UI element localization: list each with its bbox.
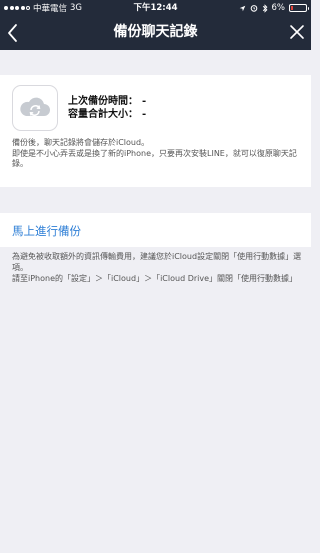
battery-percent: 6% [271,3,286,13]
top-bar: 中華電信 3G 下午12:44 6% 備份聊天記錄 [0,0,311,50]
location-arrow-icon [239,5,245,11]
backup-now-button[interactable]: 馬上進行備份 [12,223,81,239]
backup-action-card: 馬上進行備份 [0,213,311,247]
last-backup-row: 上次備份時間： - [68,95,146,108]
data-usage-footnote: 為避免被收取額外的資訊傳輸費用，建議您於iCloud設定關閉「使用行動數據」選項… [12,252,302,283]
cloud-icon-frame [12,85,58,131]
page-title: 備份聊天記錄 [113,24,198,40]
battery-icon [289,4,309,12]
backup-note: 備份後，聊天記錄將會儲存於iCloud。 即使是不小心弄丟或是換了新的iPhon… [12,138,297,168]
battery-fill [291,6,293,10]
backup-info-card: 上次備份時間： - 容量合計大小： - 備份後，聊天記錄將會儲存於iCloud。… [0,75,311,187]
navigation-bar: 備份聊天記錄 [0,16,311,50]
last-backup-label: 上次備份時間： [68,96,138,107]
total-size-label: 容量合計大小： [68,109,138,120]
close-icon[interactable] [289,24,305,40]
cloud-sync-icon [20,97,50,116]
backup-status: 上次備份時間： - 容量合計大小： - [68,95,146,121]
bluetooth-icon [262,3,267,13]
total-size-value: - [142,109,147,120]
status-bar: 中華電信 3G 下午12:44 6% [0,0,311,16]
last-backup-value: - [142,96,147,107]
alarm-clock-icon [250,5,257,12]
status-right: 6% [239,0,309,16]
total-size-row: 容量合計大小： - [68,108,146,121]
